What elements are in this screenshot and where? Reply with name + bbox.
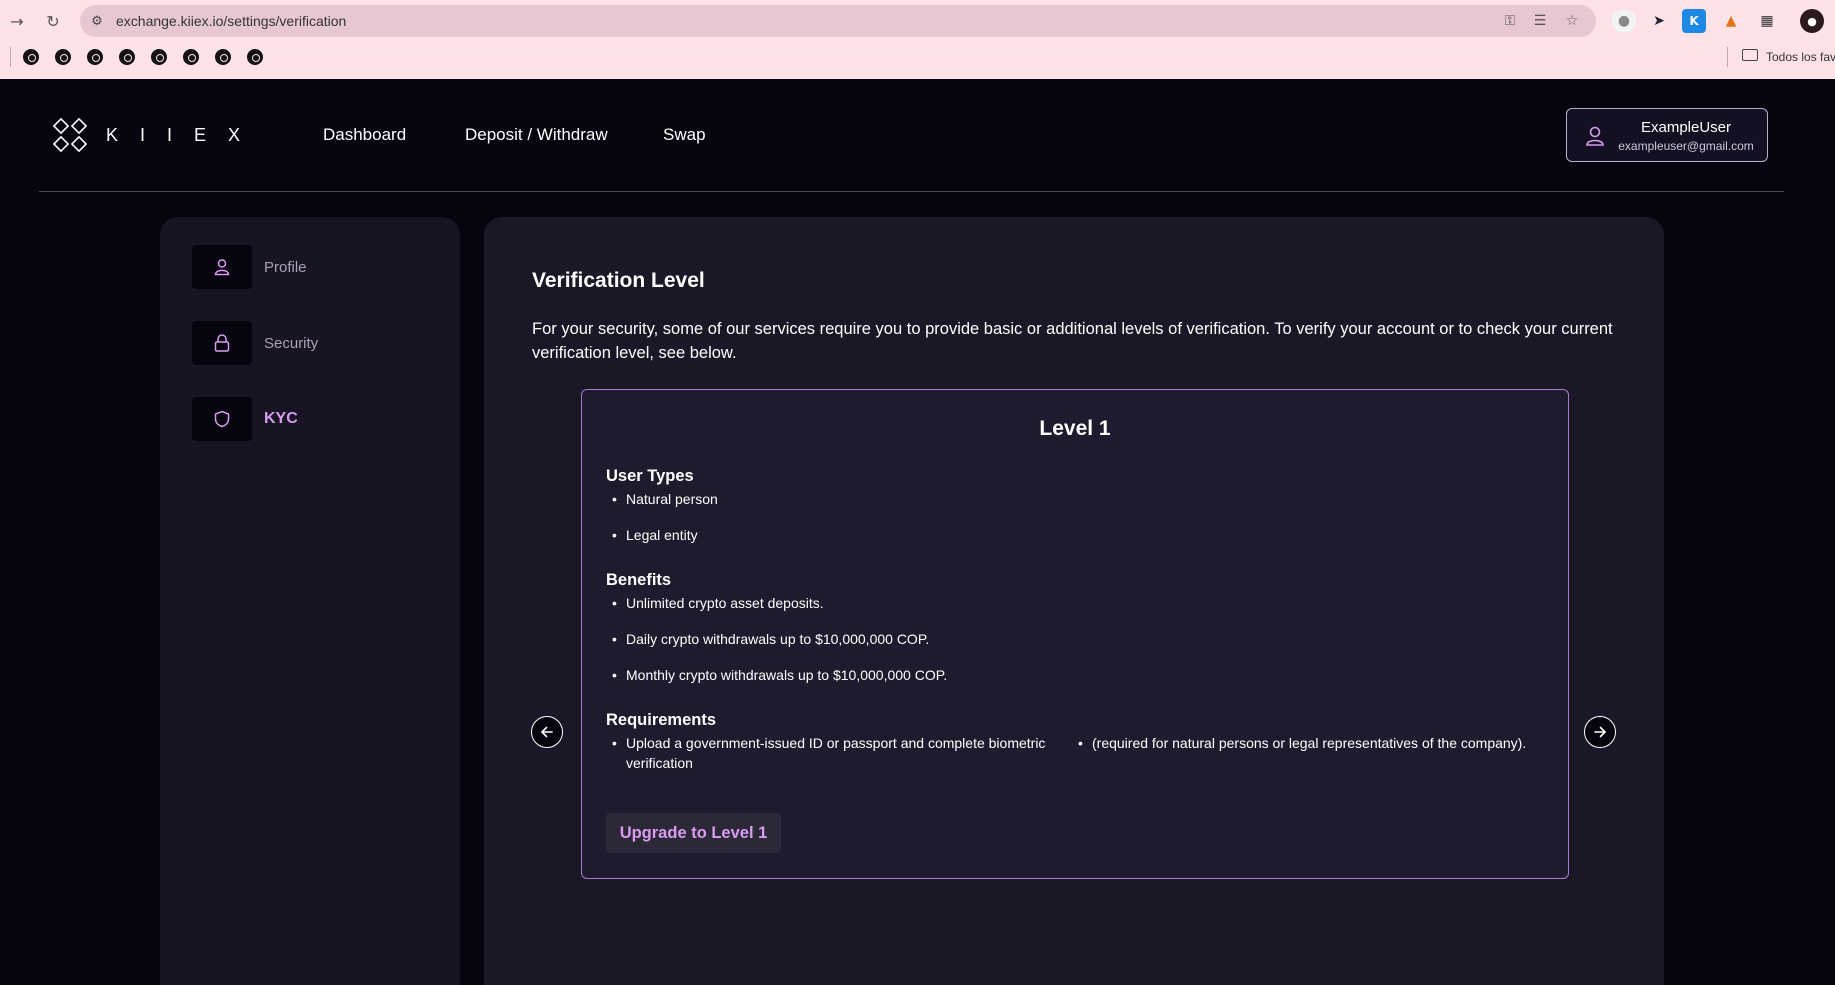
user-icon (1586, 126, 1604, 146)
bookmark-globe-icon[interactable] (151, 49, 167, 65)
bookmark-globe-icon[interactable] (183, 49, 199, 65)
verification-panel: Verification Level For your security, so… (484, 217, 1664, 985)
carousel-prev-button[interactable] (531, 716, 563, 748)
bookmark-globe-icon[interactable] (23, 49, 39, 65)
bookmark-globe-icon[interactable] (215, 49, 231, 65)
list-item: Natural person (612, 489, 718, 509)
forward-icon[interactable]: → (6, 10, 28, 32)
benefits-title: Benefits (606, 571, 672, 589)
kiiex-logo-icon[interactable] (53, 118, 87, 152)
sidebar-item-label: KYC (264, 410, 298, 427)
level-card: Level 1 User Types Natural person Legal … (581, 389, 1569, 879)
sidebar-item-label: Profile (264, 259, 307, 276)
lock-icon (214, 334, 230, 352)
user-types-title: User Types (606, 467, 694, 485)
site-info-icon[interactable]: ⚙ (87, 11, 107, 31)
sidebar-icon-box (192, 397, 252, 441)
browser-chrome: → ↻ ⚙ exchange.kiiex.io/settings/verific… (0, 0, 1835, 79)
list-item: Legal entity (612, 525, 698, 545)
profile-avatar-icon[interactable]: ● (1800, 9, 1824, 33)
nav-swap[interactable]: Swap (663, 125, 706, 145)
user-email: exampleuser@gmail.com (1618, 139, 1754, 153)
extension-k-icon[interactable]: K (1682, 9, 1706, 33)
bookmark-globe-icon[interactable] (87, 49, 103, 65)
bookmark-globe-icon[interactable] (55, 49, 71, 65)
carousel-next-button[interactable] (1584, 716, 1616, 748)
address-url[interactable]: exchange.kiiex.io/settings/verification (116, 13, 346, 29)
sidebar-icon-box (192, 321, 252, 365)
sidebar-item-kyc[interactable]: KYC (192, 397, 432, 441)
sidebar-icon-box (192, 245, 252, 289)
sidebar-item-profile[interactable]: Profile (192, 245, 432, 289)
user-menu-button[interactable]: ExampleUser exampleuser@gmail.com (1566, 108, 1768, 162)
sidebar-item-label: Security (264, 335, 319, 352)
arrow-right-icon (1594, 726, 1607, 738)
nav-deposit-withdraw[interactable]: Deposit / Withdraw (465, 125, 608, 145)
page-title: Verification Level (532, 269, 705, 292)
extension-send-icon[interactable]: ➤ (1647, 9, 1671, 33)
user-icon (214, 259, 230, 276)
list-item: Upload a government-issued ID or passpor… (612, 733, 1056, 773)
bookmark-globe-icon[interactable] (247, 49, 263, 65)
reload-icon[interactable]: ↻ (42, 10, 64, 32)
upgrade-level-button[interactable]: Upgrade to Level 1 (606, 813, 781, 853)
translate-icon[interactable]: ☰ (1530, 11, 1550, 31)
shield-icon (214, 410, 230, 428)
list-item: (required for natural persons or legal r… (1078, 733, 1552, 753)
bookmark-separator (1727, 47, 1728, 67)
bookmark-separator (10, 47, 11, 67)
nav-dashboard[interactable]: Dashboard (323, 125, 406, 145)
sidebar-item-security[interactable]: Security (192, 321, 432, 365)
list-item: Unlimited crypto asset deposits. (612, 593, 824, 613)
arrow-left-icon (540, 726, 553, 738)
extension-circle-icon[interactable]: ● (1612, 9, 1636, 33)
bookmark-star-icon[interactable]: ☆ (1562, 11, 1582, 31)
logo-wordmark[interactable]: KIIEX (106, 125, 262, 146)
user-name: ExampleUser (1640, 119, 1732, 136)
bookmark-globe-icon[interactable] (119, 49, 135, 65)
all-bookmarks-label[interactable]: Todos los fav (1766, 50, 1835, 64)
extension-fox-icon[interactable]: ▲ (1719, 9, 1743, 33)
password-key-icon[interactable]: ⚿ (1500, 11, 1520, 31)
requirements-title: Requirements (606, 711, 717, 729)
page-description: For your security, some of our services … (532, 320, 1613, 362)
list-item: Daily crypto withdrawals up to $10,000,0… (612, 629, 929, 649)
extensions-puzzle-icon[interactable]: ▦ (1755, 9, 1779, 33)
header-divider (39, 191, 1784, 192)
list-item: Monthly crypto withdrawals up to $10,000… (612, 665, 947, 685)
folder-icon[interactable] (1742, 49, 1758, 61)
level-title: Level 1 (1039, 417, 1111, 440)
settings-sidebar: Profile Security KYC (160, 217, 460, 985)
